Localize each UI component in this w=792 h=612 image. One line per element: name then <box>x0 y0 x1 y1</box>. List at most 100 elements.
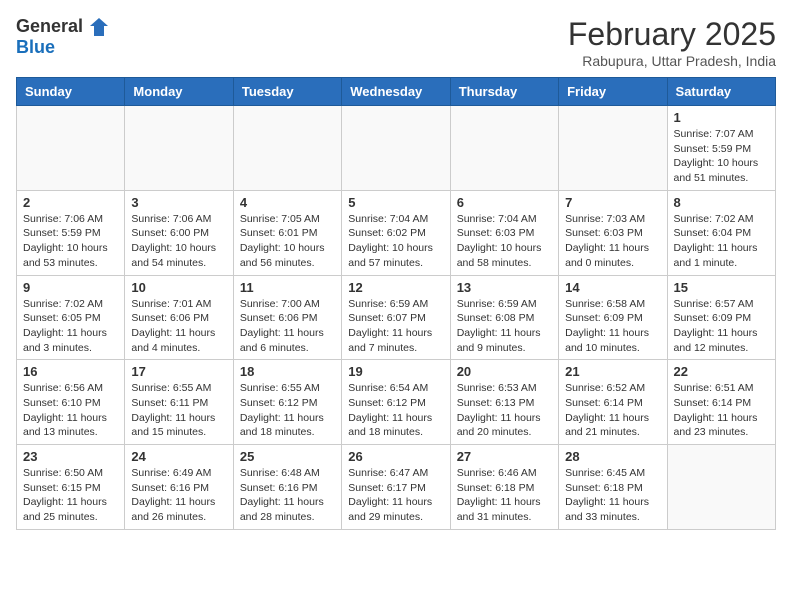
calendar-day-7: 7 Sunrise: 7:03 AM Sunset: 6:03 PM Daylig… <box>559 190 667 275</box>
day-number: 6 <box>457 195 552 210</box>
day-number: 16 <box>23 364 118 379</box>
weekday-header-sunday: Sunday <box>17 78 125 106</box>
day-info: Sunrise: 6:52 AM Sunset: 6:14 PM Dayligh… <box>565 381 660 440</box>
weekday-header-wednesday: Wednesday <box>342 78 450 106</box>
day-number: 25 <box>240 449 335 464</box>
day-info: Sunrise: 6:51 AM Sunset: 6:14 PM Dayligh… <box>674 381 769 440</box>
day-number: 22 <box>674 364 769 379</box>
day-info: Sunrise: 6:59 AM Sunset: 6:07 PM Dayligh… <box>348 297 443 356</box>
day-number: 5 <box>348 195 443 210</box>
calendar-empty-cell <box>667 445 775 530</box>
day-number: 8 <box>674 195 769 210</box>
title-block: February 2025 Rabupura, Uttar Pradesh, I… <box>568 16 776 69</box>
weekday-header-friday: Friday <box>559 78 667 106</box>
day-number: 2 <box>23 195 118 210</box>
day-number: 12 <box>348 280 443 295</box>
page-header: General Blue February 2025 Rabupura, Utt… <box>16 16 776 69</box>
day-info: Sunrise: 6:55 AM Sunset: 6:12 PM Dayligh… <box>240 381 335 440</box>
calendar-week-row: 2 Sunrise: 7:06 AM Sunset: 5:59 PM Daylig… <box>17 190 776 275</box>
day-info: Sunrise: 6:53 AM Sunset: 6:13 PM Dayligh… <box>457 381 552 440</box>
day-number: 14 <box>565 280 660 295</box>
calendar-day-2: 2 Sunrise: 7:06 AM Sunset: 5:59 PM Daylig… <box>17 190 125 275</box>
calendar-day-11: 11Sunrise: 7:00 AM Sunset: 6:06 PM Dayli… <box>233 275 341 360</box>
day-number: 23 <box>23 449 118 464</box>
calendar-empty-cell <box>233 106 341 191</box>
logo: General Blue <box>16 16 110 58</box>
day-number: 15 <box>674 280 769 295</box>
day-number: 17 <box>131 364 226 379</box>
calendar-day-26: 26 Sunrise: 6:47 AM Sunset: 6:17 PM Dayli… <box>342 445 450 530</box>
day-number: 10 <box>131 280 226 295</box>
day-info: Sunrise: 6:50 AM Sunset: 6:15 PM Dayligh… <box>23 466 118 525</box>
calendar-day-5: 5 Sunrise: 7:04 AM Sunset: 6:02 PM Daylig… <box>342 190 450 275</box>
weekday-header-monday: Monday <box>125 78 233 106</box>
day-info: Sunrise: 7:04 AM Sunset: 6:03 PM Dayligh… <box>457 212 552 271</box>
day-info: Sunrise: 7:06 AM Sunset: 5:59 PM Dayligh… <box>23 212 118 271</box>
calendar-day-25: 25 Sunrise: 6:48 AM Sunset: 6:16 PM Dayli… <box>233 445 341 530</box>
logo-blue-text: Blue <box>16 37 55 57</box>
day-info: Sunrise: 7:04 AM Sunset: 6:02 PM Dayligh… <box>348 212 443 271</box>
weekday-header-saturday: Saturday <box>667 78 775 106</box>
day-number: 3 <box>131 195 226 210</box>
calendar-day-18: 18 Sunrise: 6:55 AM Sunset: 6:12 PM Dayli… <box>233 360 341 445</box>
calendar-week-row: 1Sunrise: 7:07 AM Sunset: 5:59 PM Daylig… <box>17 106 776 191</box>
calendar-day-16: 16Sunrise: 6:56 AM Sunset: 6:10 PM Dayli… <box>17 360 125 445</box>
calendar-day-12: 12 Sunrise: 6:59 AM Sunset: 6:07 PM Dayli… <box>342 275 450 360</box>
day-info: Sunrise: 7:05 AM Sunset: 6:01 PM Dayligh… <box>240 212 335 271</box>
logo-icon <box>88 16 110 38</box>
weekday-header-thursday: Thursday <box>450 78 558 106</box>
weekday-header-tuesday: Tuesday <box>233 78 341 106</box>
day-info: Sunrise: 6:45 AM Sunset: 6:18 PM Dayligh… <box>565 466 660 525</box>
weekday-header-row: SundayMondayTuesdayWednesdayThursdayFrid… <box>17 78 776 106</box>
day-number: 27 <box>457 449 552 464</box>
day-info: Sunrise: 6:49 AM Sunset: 6:16 PM Dayligh… <box>131 466 226 525</box>
day-info: Sunrise: 7:02 AM Sunset: 6:04 PM Dayligh… <box>674 212 769 271</box>
day-info: Sunrise: 6:48 AM Sunset: 6:16 PM Dayligh… <box>240 466 335 525</box>
day-info: Sunrise: 6:47 AM Sunset: 6:17 PM Dayligh… <box>348 466 443 525</box>
calendar-empty-cell <box>450 106 558 191</box>
day-number: 13 <box>457 280 552 295</box>
calendar-day-14: 14 Sunrise: 6:58 AM Sunset: 6:09 PM Dayli… <box>559 275 667 360</box>
calendar-day-23: 23 Sunrise: 6:50 AM Sunset: 6:15 PM Dayli… <box>17 445 125 530</box>
calendar-day-15: 15 Sunrise: 6:57 AM Sunset: 6:09 PM Dayli… <box>667 275 775 360</box>
day-number: 18 <box>240 364 335 379</box>
logo-general-text: General <box>16 17 83 37</box>
calendar-empty-cell <box>125 106 233 191</box>
calendar-week-row: 23 Sunrise: 6:50 AM Sunset: 6:15 PM Dayli… <box>17 445 776 530</box>
calendar-week-row: 16Sunrise: 6:56 AM Sunset: 6:10 PM Dayli… <box>17 360 776 445</box>
day-number: 21 <box>565 364 660 379</box>
day-number: 7 <box>565 195 660 210</box>
calendar-subtitle: Rabupura, Uttar Pradesh, India <box>568 53 776 69</box>
day-number: 24 <box>131 449 226 464</box>
day-number: 19 <box>348 364 443 379</box>
day-info: Sunrise: 6:54 AM Sunset: 6:12 PM Dayligh… <box>348 381 443 440</box>
day-number: 28 <box>565 449 660 464</box>
calendar-day-1: 1Sunrise: 7:07 AM Sunset: 5:59 PM Daylig… <box>667 106 775 191</box>
calendar-empty-cell <box>342 106 450 191</box>
calendar-day-10: 10 Sunrise: 7:01 AM Sunset: 6:06 PM Dayli… <box>125 275 233 360</box>
day-info: Sunrise: 6:59 AM Sunset: 6:08 PM Dayligh… <box>457 297 552 356</box>
calendar-day-27: 27 Sunrise: 6:46 AM Sunset: 6:18 PM Dayli… <box>450 445 558 530</box>
calendar-empty-cell <box>559 106 667 191</box>
day-info: Sunrise: 7:00 AM Sunset: 6:06 PM Dayligh… <box>240 297 335 356</box>
day-info: Sunrise: 7:06 AM Sunset: 6:00 PM Dayligh… <box>131 212 226 271</box>
day-info: Sunrise: 6:57 AM Sunset: 6:09 PM Dayligh… <box>674 297 769 356</box>
calendar-day-21: 21 Sunrise: 6:52 AM Sunset: 6:14 PM Dayli… <box>559 360 667 445</box>
calendar-day-24: 24 Sunrise: 6:49 AM Sunset: 6:16 PM Dayli… <box>125 445 233 530</box>
calendar-day-3: 3 Sunrise: 7:06 AM Sunset: 6:00 PM Daylig… <box>125 190 233 275</box>
day-number: 1 <box>674 110 769 125</box>
day-info: Sunrise: 6:55 AM Sunset: 6:11 PM Dayligh… <box>131 381 226 440</box>
calendar-day-8: 8 Sunrise: 7:02 AM Sunset: 6:04 PM Daylig… <box>667 190 775 275</box>
calendar-table: SundayMondayTuesdayWednesdayThursdayFrid… <box>16 77 776 530</box>
calendar-day-6: 6 Sunrise: 7:04 AM Sunset: 6:03 PM Daylig… <box>450 190 558 275</box>
calendar-day-20: 20 Sunrise: 6:53 AM Sunset: 6:13 PM Dayli… <box>450 360 558 445</box>
day-number: 20 <box>457 364 552 379</box>
day-info: Sunrise: 7:01 AM Sunset: 6:06 PM Dayligh… <box>131 297 226 356</box>
day-info: Sunrise: 6:58 AM Sunset: 6:09 PM Dayligh… <box>565 297 660 356</box>
day-info: Sunrise: 7:03 AM Sunset: 6:03 PM Dayligh… <box>565 212 660 271</box>
day-info: Sunrise: 6:46 AM Sunset: 6:18 PM Dayligh… <box>457 466 552 525</box>
day-info: Sunrise: 7:02 AM Sunset: 6:05 PM Dayligh… <box>23 297 118 356</box>
calendar-day-13: 13 Sunrise: 6:59 AM Sunset: 6:08 PM Dayli… <box>450 275 558 360</box>
calendar-week-row: 9Sunrise: 7:02 AM Sunset: 6:05 PM Daylig… <box>17 275 776 360</box>
day-number: 26 <box>348 449 443 464</box>
